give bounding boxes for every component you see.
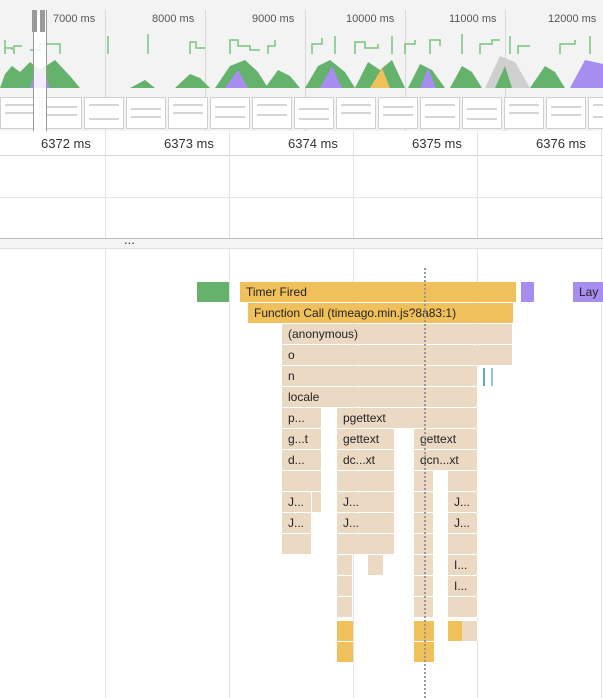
track-divider bbox=[0, 248, 603, 249]
overview-tick: 8000 ms bbox=[152, 13, 195, 25]
ruler-tick: 6374 ms bbox=[288, 136, 338, 151]
flame-recalc-style[interactable] bbox=[521, 282, 534, 302]
flame-tiny-call[interactable] bbox=[491, 368, 493, 386]
flame-layout[interactable]: Lay bbox=[573, 282, 603, 302]
flame-o[interactable]: o bbox=[282, 345, 513, 365]
flame-script-eval[interactable] bbox=[337, 642, 353, 662]
flame-j[interactable]: J... bbox=[282, 492, 312, 512]
overview-tick: 11000 ms bbox=[449, 13, 497, 25]
ruler-tick: 6373 ms bbox=[164, 136, 214, 151]
flame-j[interactable]: J... bbox=[337, 513, 395, 533]
flame-frame[interactable] bbox=[337, 597, 353, 617]
timeline-overview[interactable]: 7000 ms 8000 ms 9000 ms 10000 ms 11000 m… bbox=[0, 0, 603, 131]
flame-n[interactable]: n bbox=[282, 366, 478, 386]
flame-frame[interactable] bbox=[448, 534, 478, 554]
track-resizer[interactable] bbox=[0, 239, 603, 248]
ruler-tick: 6372 ms bbox=[41, 136, 91, 151]
cpu-activity-chart bbox=[0, 56, 603, 88]
flame-j[interactable]: J... bbox=[337, 492, 395, 512]
filmstrip-frame[interactable] bbox=[546, 97, 586, 129]
grid-line bbox=[601, 131, 602, 698]
collapsed-track-ellipsis[interactable]: ... bbox=[124, 232, 135, 247]
filmstrip-frame[interactable] bbox=[588, 97, 603, 129]
flame-frame[interactable] bbox=[337, 555, 353, 575]
overview-tick: 7000 ms bbox=[53, 13, 96, 25]
overview-tick: 9000 ms bbox=[252, 13, 295, 25]
grid-line bbox=[229, 131, 230, 698]
flame-i[interactable]: I... bbox=[448, 576, 478, 596]
filmstrip-frame[interactable] bbox=[504, 97, 544, 129]
overview-tick: 12000 ms bbox=[548, 13, 597, 25]
filmstrip-frame[interactable] bbox=[252, 97, 292, 129]
overview-tick: 10000 ms bbox=[346, 13, 395, 25]
flame-frame[interactable] bbox=[282, 471, 322, 491]
flame-frame[interactable] bbox=[448, 471, 478, 491]
flame-dc-xt[interactable]: dc...xt bbox=[337, 450, 395, 470]
filmstrip-frame[interactable] bbox=[336, 97, 376, 129]
filmstrip-frame[interactable] bbox=[462, 97, 502, 129]
flame-p[interactable]: p... bbox=[282, 408, 322, 428]
flame-locale[interactable]: locale bbox=[282, 387, 478, 407]
flame-function-call[interactable]: Function Call (timeago.min.js?8a83:1) bbox=[248, 303, 513, 323]
flame-d[interactable]: d... bbox=[282, 450, 322, 470]
flame-gettext[interactable]: gettext bbox=[337, 429, 395, 449]
filmstrip-frame[interactable] bbox=[294, 97, 334, 129]
flame-script-eval[interactable] bbox=[337, 621, 353, 641]
flame-paint-event[interactable] bbox=[197, 282, 229, 302]
flame-pgettext[interactable]: pgettext bbox=[337, 408, 478, 428]
flame-j[interactable]: J... bbox=[282, 513, 312, 533]
filmstrip-frame[interactable] bbox=[168, 97, 208, 129]
flame-frame[interactable] bbox=[337, 576, 353, 596]
time-cursor-line bbox=[424, 268, 426, 698]
flame-frame[interactable] bbox=[368, 555, 384, 575]
flame-i[interactable]: I... bbox=[448, 555, 478, 575]
flame-tiny-call[interactable] bbox=[483, 368, 485, 386]
filmstrip-frame[interactable] bbox=[378, 97, 418, 129]
selection-right-handle[interactable] bbox=[40, 10, 45, 32]
flame-anonymous[interactable]: (anonymous) bbox=[282, 324, 513, 344]
flame-frame[interactable] bbox=[312, 492, 322, 512]
filmstrip-frame[interactable] bbox=[210, 97, 250, 129]
flame-frame[interactable] bbox=[282, 534, 312, 554]
flame-script-eval[interactable] bbox=[448, 621, 462, 641]
selection-left-handle[interactable] bbox=[32, 10, 37, 32]
flame-j[interactable]: J... bbox=[448, 513, 478, 533]
flame-frame[interactable] bbox=[448, 597, 478, 617]
ruler-tick: 6376 ms bbox=[536, 136, 586, 151]
filmstrip-frame[interactable] bbox=[84, 97, 124, 129]
flame-frame[interactable] bbox=[337, 471, 395, 491]
flame-timer-fired[interactable]: Timer Fired bbox=[240, 282, 516, 302]
flame-frame[interactable] bbox=[337, 534, 395, 554]
track-divider bbox=[0, 197, 603, 198]
flame-g-t[interactable]: g...t bbox=[282, 429, 322, 449]
filmstrip-frame[interactable] bbox=[420, 97, 460, 129]
flame-frame[interactable] bbox=[462, 621, 478, 641]
flame-j[interactable]: J... bbox=[448, 492, 478, 512]
filmstrip-frame[interactable] bbox=[42, 97, 82, 129]
filmstrip-frame[interactable] bbox=[126, 97, 166, 129]
ruler-tick: 6375 ms bbox=[412, 136, 462, 151]
grid-line bbox=[105, 131, 106, 698]
